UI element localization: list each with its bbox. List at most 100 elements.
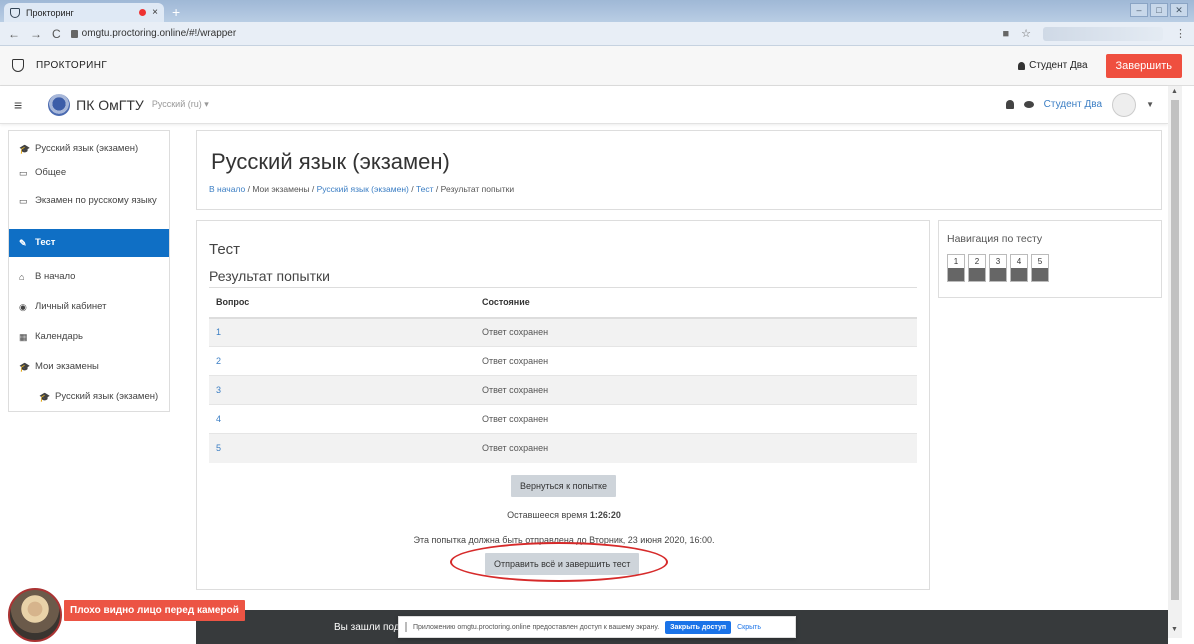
sidebar: 🎓 Русский язык (экзамен) ▭ Общее ▭ Экзам… bbox=[8, 130, 170, 412]
tab-title: Прокторинг bbox=[26, 7, 74, 18]
folder-icon: ▭ bbox=[19, 196, 28, 206]
header-user-name[interactable]: Студент Два bbox=[1044, 99, 1102, 110]
sidebar-item-calendar[interactable]: ▦ Календарь bbox=[9, 319, 169, 349]
question-state: Ответ сохранен bbox=[475, 433, 917, 463]
url-field[interactable]: omgtu.proctoring.online/#!/wrapper bbox=[70, 28, 236, 39]
calendar-icon: ▦ bbox=[19, 332, 28, 342]
minimize-icon[interactable]: – bbox=[1130, 3, 1148, 17]
graduation-cap-icon: 🎓 bbox=[19, 144, 31, 154]
question-nav-button[interactable]: 3 bbox=[989, 254, 1007, 282]
hamburger-menu-icon[interactable]: ≡ bbox=[14, 97, 22, 113]
question-nav-button[interactable]: 4 bbox=[1010, 254, 1028, 282]
sidebar-item-home[interactable]: ⌂ В начало bbox=[9, 257, 169, 289]
new-tab-button[interactable]: + bbox=[172, 4, 180, 20]
tab-close-icon[interactable]: × bbox=[152, 7, 158, 18]
table-row: 5 Ответ сохранен bbox=[209, 433, 917, 463]
chevron-down-icon[interactable]: ▼ bbox=[1146, 100, 1154, 109]
sidebar-item-label: Календарь bbox=[35, 331, 83, 342]
time-left-label: Оставшееся время bbox=[507, 510, 588, 520]
sidebar-item-label: Общее bbox=[35, 167, 67, 178]
quiz-subtitle: Результат попытки bbox=[209, 268, 330, 284]
sidebar-item-course-link[interactable]: 🎓 Русский язык (экзамен) bbox=[9, 379, 169, 409]
column-header-question: Вопрос bbox=[209, 287, 475, 319]
time-left-value: 1:26:20 bbox=[589, 510, 621, 520]
proctoring-user: Студент Два bbox=[1018, 60, 1088, 71]
bell-icon[interactable] bbox=[1005, 100, 1014, 109]
screen-share-notice: Приложению omgtu.proctoring.online предо… bbox=[398, 616, 796, 638]
breadcrumb-course[interactable]: Русский язык (экзамен) bbox=[317, 184, 409, 194]
breadcrumb-home[interactable]: В начало bbox=[209, 184, 245, 194]
drag-handle-icon[interactable] bbox=[405, 622, 407, 632]
close-window-icon[interactable]: ✕ bbox=[1170, 3, 1188, 17]
sidebar-item-exam-section[interactable]: ▭ Экзамен по русскому языку bbox=[9, 185, 169, 229]
page-scrollbar[interactable]: ▲ ▼ bbox=[1168, 86, 1182, 638]
question-link[interactable]: 1 bbox=[209, 317, 475, 347]
messages-icon[interactable] bbox=[1023, 101, 1034, 108]
language-selector[interactable]: Русский (ru) ▾ bbox=[152, 99, 209, 110]
sidebar-item-label: Русский язык (экзамен) bbox=[55, 391, 159, 402]
camera-warning: Плохо видно лицо перед камерой bbox=[64, 600, 245, 621]
browser-tab[interactable]: Прокторинг × bbox=[4, 3, 164, 22]
sidebar-item-my-exams[interactable]: 🎓 Мои экзамены bbox=[9, 349, 169, 379]
site-logo[interactable] bbox=[48, 93, 71, 116]
quiz-icon: ✎ bbox=[19, 238, 27, 248]
quiz-title: Тест bbox=[209, 241, 241, 258]
breadcrumb-my-exams: Мои экзамены bbox=[252, 184, 310, 194]
reload-icon[interactable]: C bbox=[52, 27, 61, 41]
question-link[interactable]: 2 bbox=[209, 346, 475, 376]
question-link[interactable]: 4 bbox=[209, 404, 475, 434]
sidebar-item-label: В начало bbox=[35, 271, 76, 282]
extensions-area bbox=[1043, 26, 1163, 41]
address-bar-actions: ■ ☆ ⋮ bbox=[1002, 26, 1186, 41]
sidebar-item-label: Тест bbox=[35, 237, 56, 248]
star-icon[interactable]: ☆ bbox=[1021, 27, 1031, 40]
question-link[interactable]: 5 bbox=[209, 433, 475, 463]
question-state: Ответ сохранен bbox=[475, 404, 917, 434]
sidebar-item-general[interactable]: ▭ Общее bbox=[9, 161, 169, 185]
shield-icon bbox=[12, 59, 24, 72]
sidebar-item-label: Русский язык (экзамен) bbox=[35, 143, 139, 154]
stop-sharing-button[interactable]: Закрыть доступ bbox=[665, 620, 732, 634]
recording-icon bbox=[139, 9, 147, 16]
question-link[interactable]: 3 bbox=[209, 375, 475, 405]
hide-notice-link[interactable]: Скрыть bbox=[737, 624, 761, 631]
forward-icon[interactable]: → bbox=[30, 27, 42, 41]
question-state: Ответ сохранен bbox=[475, 375, 917, 405]
table-row: 4 Ответ сохранен bbox=[209, 404, 917, 434]
question-state: Ответ сохранен bbox=[475, 346, 917, 376]
scrollbar-thumb[interactable] bbox=[1171, 100, 1179, 600]
graduation-cap-icon: 🎓 bbox=[19, 362, 31, 372]
table-header-row: Вопрос Состояние bbox=[209, 287, 917, 319]
avatar[interactable] bbox=[1112, 92, 1137, 117]
question-nav-button[interactable]: 5 bbox=[1031, 254, 1049, 282]
camera-indicator-icon[interactable]: ■ bbox=[1002, 28, 1009, 40]
finish-button[interactable]: Завершить bbox=[1105, 53, 1182, 78]
question-nav-button[interactable]: 2 bbox=[968, 254, 986, 282]
sidebar-item-dashboard[interactable]: ◉ Личный кабинет bbox=[9, 289, 169, 319]
browser-tab-bar: Прокторинг × + – □ ✕ bbox=[0, 0, 1194, 22]
table-row: 2 Ответ сохранен bbox=[209, 346, 917, 376]
quiz-navigation-title: Навигация по тесту bbox=[947, 233, 1043, 245]
site-name[interactable]: ПК ОмГТУ bbox=[76, 97, 144, 113]
back-icon[interactable]: ← bbox=[8, 27, 20, 41]
scroll-down-icon[interactable]: ▼ bbox=[1171, 626, 1178, 633]
footer-login-info: Вы зашли под bbox=[334, 622, 400, 633]
scroll-up-icon[interactable]: ▲ bbox=[1171, 88, 1178, 95]
breadcrumb-test[interactable]: Тест bbox=[416, 184, 434, 194]
sidebar-item-test[interactable]: ✎ Тест bbox=[9, 229, 169, 257]
maximize-icon[interactable]: □ bbox=[1150, 3, 1168, 17]
table-row: 1 Ответ сохранен bbox=[209, 317, 917, 347]
sidebar-item-label: Личный кабинет bbox=[35, 301, 107, 312]
column-header-state: Состояние bbox=[475, 287, 917, 319]
page-title: Русский язык (экзамен) bbox=[211, 149, 450, 174]
question-nav-button[interactable]: 1 bbox=[947, 254, 965, 282]
time-left: Оставшееся время 1:26:20 bbox=[197, 510, 931, 520]
table-row: 3 Ответ сохранен bbox=[209, 375, 917, 405]
return-to-attempt-button[interactable]: Вернуться к попытке bbox=[511, 475, 616, 497]
window-controls: – □ ✕ bbox=[1130, 3, 1188, 17]
menu-icon[interactable]: ⋮ bbox=[1175, 27, 1186, 40]
summary-table: Вопрос Состояние 1 Ответ сохранен 2 Отве… bbox=[209, 287, 917, 463]
sidebar-item-course[interactable]: 🎓 Русский язык (экзамен) bbox=[9, 131, 169, 161]
question-state: Ответ сохранен bbox=[475, 317, 917, 347]
address-bar: ← → C omgtu.proctoring.online/#!/wrapper… bbox=[0, 22, 1194, 46]
